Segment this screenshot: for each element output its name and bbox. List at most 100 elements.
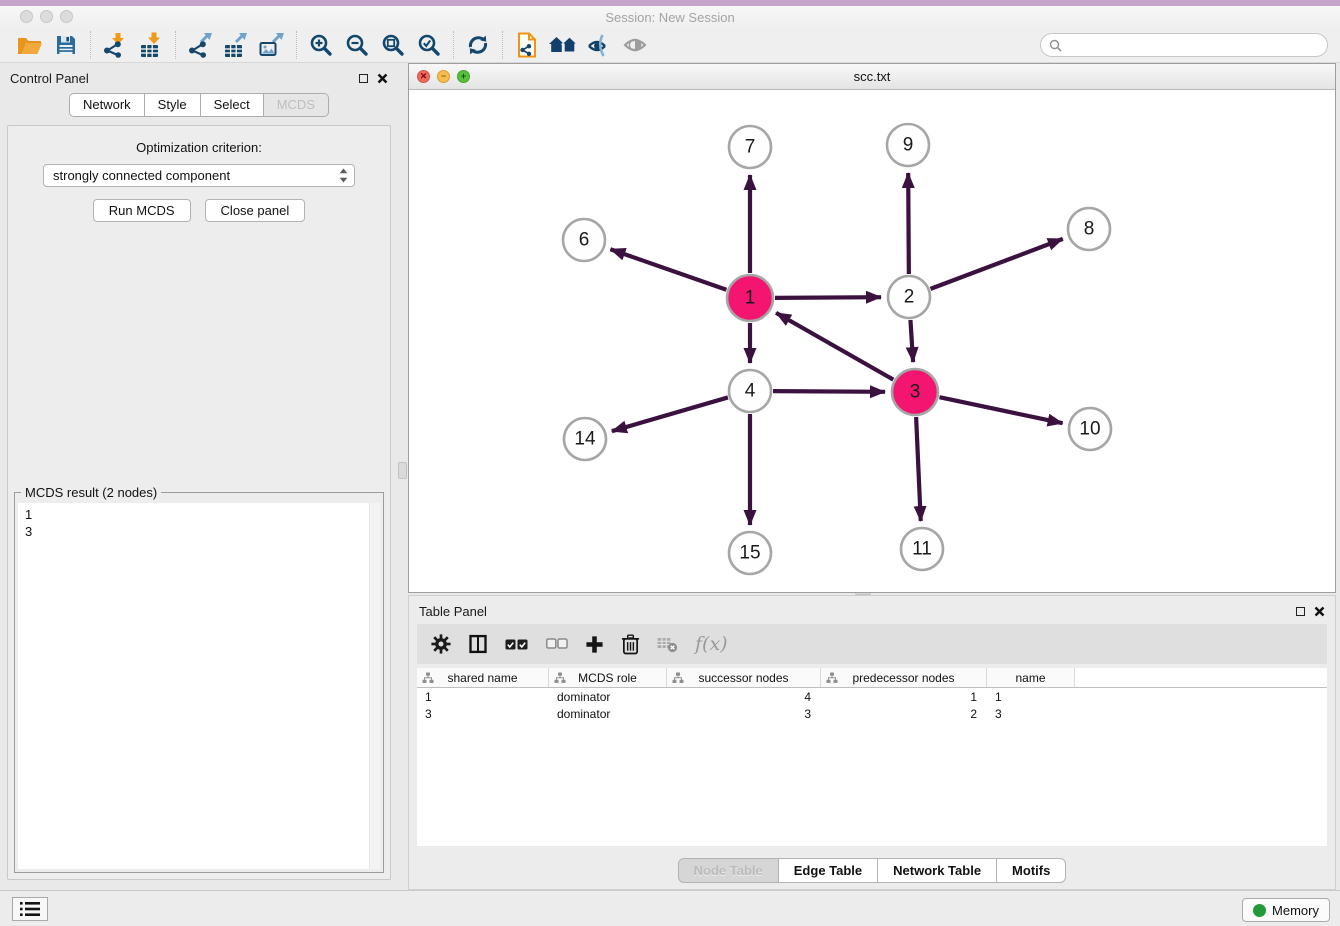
memory-button[interactable]: Memory — [1242, 898, 1330, 922]
show-columns-button[interactable] — [468, 634, 488, 654]
table-row[interactable]: 3 dominator 3 2 3 — [417, 706, 1327, 722]
close-panel-icon[interactable] — [377, 73, 388, 84]
deselect-all-rows-button[interactable] — [546, 638, 568, 650]
new-network-from-selection-button[interactable] — [509, 30, 545, 60]
open-session-button[interactable] — [12, 30, 48, 60]
export-table-icon — [223, 32, 249, 58]
tab-style[interactable]: Style — [145, 93, 201, 117]
cell-name[interactable]: 1 — [987, 690, 1075, 704]
float-panel-icon[interactable] — [359, 74, 368, 83]
chevron-up-down-icon — [339, 168, 348, 183]
node-table[interactable]: shared name MCDS role successor nodes — [417, 668, 1327, 846]
network-canvas[interactable]: 1234678910111415 — [409, 91, 1335, 592]
function-builder-button[interactable]: f(x) — [695, 633, 728, 655]
vertical-splitter-handle[interactable] — [398, 462, 407, 479]
zoom-in-button[interactable] — [303, 30, 339, 60]
table-row[interactable]: 1 dominator 4 1 1 — [417, 689, 1327, 705]
graph-node-label: 3 — [910, 382, 921, 403]
graph-node-label: 11 — [912, 539, 932, 560]
cell-name[interactable]: 3 — [987, 707, 1075, 721]
graph-node-label: 14 — [574, 429, 596, 450]
cell-predecessor-nodes[interactable]: 1 — [821, 690, 987, 704]
homes-button[interactable] — [545, 30, 581, 60]
column-header-successor-nodes[interactable]: successor nodes — [667, 668, 821, 687]
cell-shared-name[interactable]: 3 — [417, 707, 549, 721]
tab-motifs[interactable]: Motifs — [997, 858, 1066, 883]
task-history-button[interactable] — [12, 897, 48, 921]
create-column-button[interactable] — [585, 635, 604, 654]
zoom-selected-button[interactable] — [411, 30, 447, 60]
graph-edge-4-14[interactable] — [612, 397, 728, 431]
column-header-predecessor-nodes[interactable]: predecessor nodes — [821, 668, 987, 687]
delete-column-button[interactable] — [621, 634, 640, 655]
eye-icon — [623, 34, 647, 56]
zoom-fit-button[interactable] — [375, 30, 411, 60]
window-controls — [20, 10, 73, 23]
minimize-window-button[interactable] — [40, 10, 53, 23]
tab-network-table[interactable]: Network Table — [878, 858, 997, 883]
graph-edge-1-6[interactable] — [610, 249, 726, 290]
optimization-criterion-select[interactable]: strongly connected component — [43, 164, 355, 187]
titlebar[interactable]: Session: New Session — [0, 6, 1340, 28]
table-panel-tabs: Node Table Edge Table Network Table Moti… — [409, 858, 1335, 883]
column-header-shared-name[interactable]: shared name — [417, 668, 549, 687]
tab-edge-table[interactable]: Edge Table — [779, 858, 878, 883]
column-header-mcds-role[interactable]: MCDS role — [549, 668, 667, 687]
float-panel-icon[interactable] — [1296, 607, 1305, 616]
graph-edge-3-1[interactable] — [776, 313, 893, 380]
export-network-button[interactable] — [182, 30, 218, 60]
mcds-result-groupbox: MCDS result (2 nodes) 1 3 — [14, 492, 384, 873]
close-panel-icon[interactable] — [1314, 606, 1325, 617]
graph-node-label: 1 — [745, 288, 756, 309]
search-field[interactable] — [1040, 33, 1328, 57]
export-image-button[interactable] — [254, 30, 290, 60]
preview-eye-button[interactable] — [617, 30, 653, 60]
export-table-button[interactable] — [218, 30, 254, 60]
cell-successor-nodes[interactable]: 4 — [667, 690, 821, 704]
import-network-icon — [102, 32, 128, 58]
import-table-button[interactable] — [133, 30, 169, 60]
tab-mcds[interactable]: MCDS — [264, 93, 329, 117]
table-settings-button[interactable] — [431, 634, 451, 654]
close-network-button[interactable]: ✕ — [417, 70, 430, 83]
tab-network[interactable]: Network — [69, 93, 145, 117]
cell-predecessor-nodes[interactable]: 2 — [821, 707, 987, 721]
close-panel-button[interactable]: Close panel — [205, 199, 306, 222]
tab-node-table[interactable]: Node Table — [678, 858, 779, 883]
save-session-button[interactable] — [48, 30, 84, 60]
graph-edge-2-8[interactable] — [931, 239, 1063, 289]
cell-successor-nodes[interactable]: 3 — [667, 707, 821, 721]
graph-edge-2-9[interactable] — [908, 173, 909, 274]
cell-mcds-role[interactable]: dominator — [549, 707, 667, 721]
network-window-titlebar[interactable]: ✕ − + scc.txt — [409, 64, 1335, 90]
gear-icon — [431, 634, 451, 654]
hide-show-eye-slash-button[interactable] — [581, 30, 617, 60]
zoom-network-button[interactable]: + — [457, 70, 470, 83]
delete-table-button[interactable] — [657, 635, 678, 653]
result-scrollbar[interactable] — [369, 503, 380, 869]
apply-layout-button[interactable] — [460, 30, 496, 60]
tab-select[interactable]: Select — [201, 93, 264, 117]
network-graph[interactable]: 1234678910111415 — [409, 91, 1335, 593]
column-header-name[interactable]: name — [987, 668, 1075, 687]
window-title: Session: New Session — [605, 10, 734, 25]
graph-edge-3-11[interactable] — [916, 417, 921, 521]
run-mcds-button[interactable]: Run MCDS — [93, 199, 191, 222]
graph-edge-2-3[interactable] — [910, 320, 913, 362]
unchecked-boxes-icon — [546, 638, 568, 650]
hierarchy-icon — [826, 672, 838, 684]
zoom-out-button[interactable] — [339, 30, 375, 60]
cell-mcds-role[interactable]: dominator — [549, 690, 667, 704]
select-all-rows-button[interactable] — [505, 638, 529, 651]
zoom-window-button[interactable] — [60, 10, 73, 23]
search-input[interactable] — [1067, 38, 1319, 52]
minimize-network-button[interactable]: − — [437, 70, 450, 83]
graph-edge-3-10[interactable] — [939, 397, 1062, 423]
mcds-result-textarea[interactable]: 1 3 — [18, 503, 380, 869]
close-window-button[interactable] — [20, 10, 33, 23]
cell-shared-name[interactable]: 1 — [417, 690, 549, 704]
import-network-button[interactable] — [97, 30, 133, 60]
hierarchy-icon — [422, 672, 434, 684]
graph-edge-1-2[interactable] — [775, 297, 881, 298]
graph-edge-4-3[interactable] — [773, 391, 885, 392]
